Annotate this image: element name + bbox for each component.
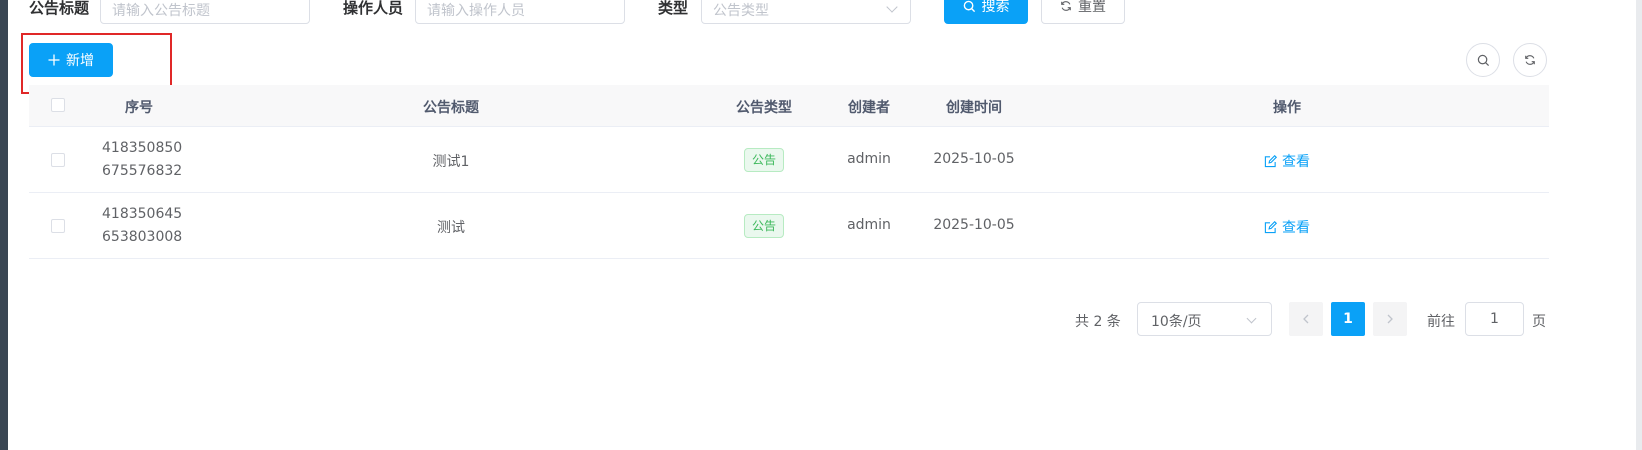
refresh-icon — [1525, 55, 1535, 65]
row-index-line2: 675576832 — [102, 163, 183, 179]
row-index: 418350645 653803008 — [102, 203, 182, 249]
type-filter-label: 类型 — [658, 0, 689, 17]
view-link[interactable]: 查看 — [1264, 217, 1310, 237]
goto-prefix: 前往 — [1427, 314, 1455, 330]
row-created-at: 2025-10-05 — [933, 151, 1015, 167]
row-creator: admin — [847, 217, 891, 233]
row-index-line2: 653803008 — [102, 229, 183, 245]
column-header-created-at: 创建时间 — [946, 100, 1002, 116]
row-title: 测试 — [437, 220, 465, 236]
row-created-at: 2025-10-05 — [933, 217, 1015, 233]
title-filter-placeholder: 请输入公告标题 — [112, 3, 210, 19]
column-header-creator: 创建者 — [848, 100, 890, 116]
operator-filter-placeholder: 请输入操作人员 — [427, 3, 525, 19]
type-filter-placeholder: 公告类型 — [713, 3, 769, 19]
reset-button[interactable]: 重置 — [1041, 0, 1125, 24]
row-index-line1: 418350645 — [102, 206, 183, 222]
column-header-type: 公告类型 — [736, 100, 792, 116]
type-filter-select[interactable]: 公告类型 — [701, 0, 911, 24]
reset-button-label: 重置 — [1078, 0, 1106, 15]
title-filter-label: 公告标题 — [29, 0, 90, 17]
status-badge: 公告 — [743, 148, 785, 172]
refresh-table-button[interactable] — [1513, 43, 1547, 77]
toggle-search-button[interactable] — [1466, 43, 1500, 77]
chevron-right-icon — [1387, 314, 1393, 324]
table-header: 序号 公告标题 公告类型 创建者 创建时间 操作 — [29, 85, 1549, 127]
row-index-line1: 418350850 — [102, 140, 183, 156]
prev-page-button[interactable] — [1289, 302, 1323, 336]
add-button[interactable]: 新增 — [29, 43, 113, 77]
row-checkbox[interactable] — [51, 219, 65, 233]
operator-filter-label: 操作人员 — [343, 0, 404, 17]
goto-page-input[interactable]: 1 — [1465, 302, 1524, 336]
view-link-label: 查看 — [1282, 154, 1310, 170]
pagination-total: 共 2 条 — [1075, 314, 1121, 330]
page-size-select[interactable]: 10条/页 — [1137, 302, 1272, 336]
edit-icon — [1264, 154, 1277, 167]
refresh-icon — [1061, 1, 1071, 11]
table-row: 418350645 653803008 测试 公告 admin 2025-10-… — [29, 193, 1549, 259]
title-filter-input[interactable]: 请输入公告标题 — [100, 0, 310, 24]
goto-suffix: 页 — [1532, 314, 1546, 330]
add-button-label: 新增 — [66, 53, 94, 69]
plus-icon — [48, 54, 60, 66]
view-link-label: 查看 — [1282, 220, 1310, 236]
select-all-checkbox[interactable] — [51, 98, 65, 112]
operator-filter-input[interactable]: 请输入操作人员 — [415, 0, 625, 24]
table-row: 418350850 675576832 测试1 公告 admin 2025-10… — [29, 127, 1549, 193]
row-index: 418350850 675576832 — [102, 137, 182, 183]
column-header-index: 序号 — [125, 100, 153, 116]
edit-icon — [1264, 220, 1277, 233]
search-icon — [1477, 54, 1489, 66]
row-title: 测试1 — [432, 154, 470, 170]
chevron-down-icon — [1246, 313, 1257, 324]
row-checkbox[interactable] — [51, 153, 65, 167]
search-button-label: 搜索 — [981, 0, 1010, 15]
page-size-value: 10条/页 — [1151, 314, 1202, 330]
chevron-down-icon — [886, 1, 898, 13]
column-header-title: 公告标题 — [423, 100, 479, 116]
row-creator: admin — [847, 151, 891, 167]
column-header-actions: 操作 — [1273, 100, 1301, 116]
scrollbar-track[interactable] — [1636, 0, 1642, 450]
status-badge: 公告 — [743, 214, 785, 238]
page-number-current[interactable]: 1 — [1331, 302, 1365, 336]
sidebar-edge — [0, 0, 8, 450]
chevron-left-icon — [1303, 314, 1309, 324]
view-link[interactable]: 查看 — [1264, 151, 1310, 171]
search-icon — [963, 0, 975, 12]
next-page-button[interactable] — [1373, 302, 1407, 336]
search-button[interactable]: 搜索 — [944, 0, 1028, 24]
